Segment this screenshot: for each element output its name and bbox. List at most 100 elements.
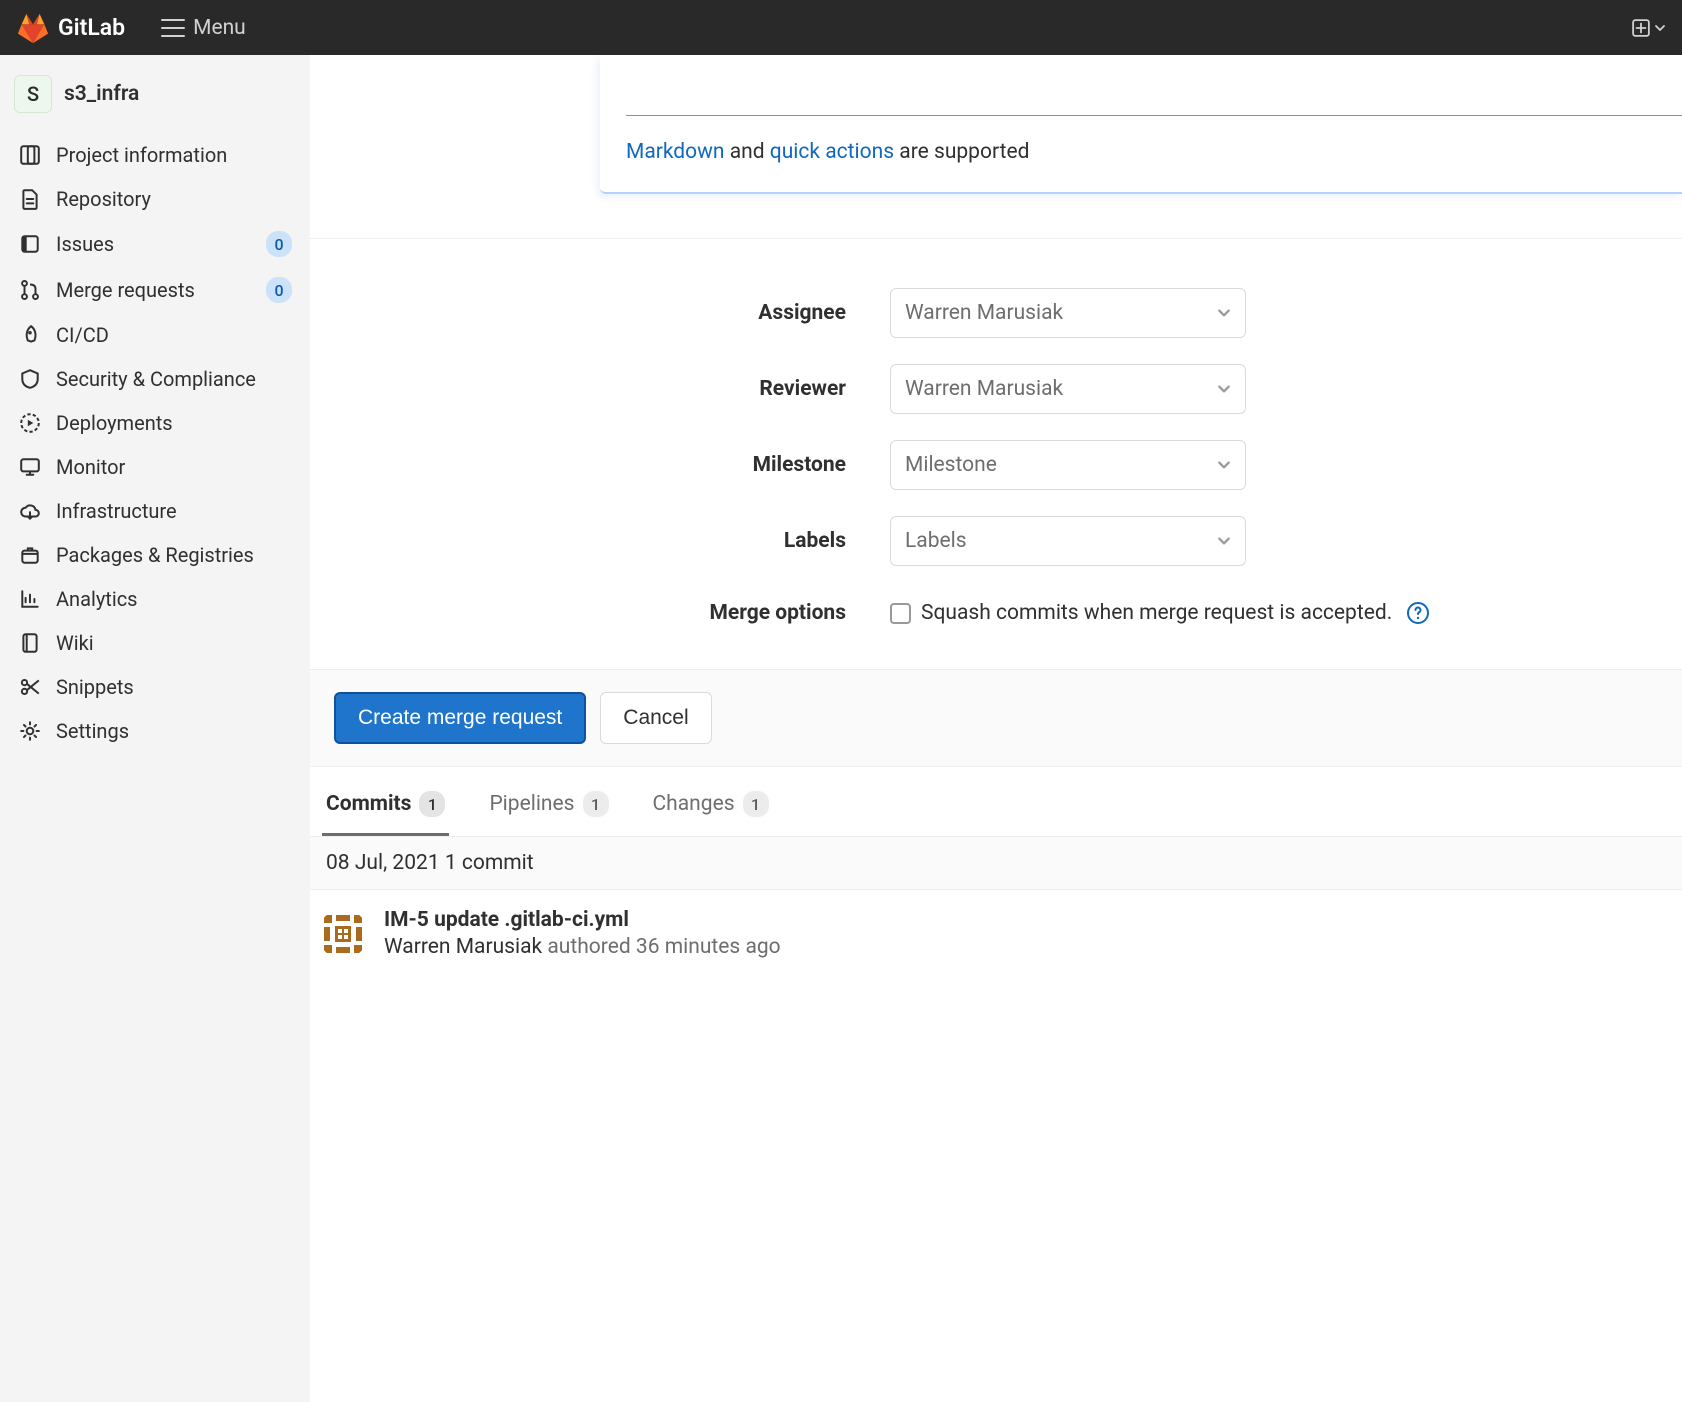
- gitlab-logo-icon: [16, 11, 50, 45]
- sidebar-item-label: Monitor: [56, 455, 292, 479]
- markdown-support-text: Markdown and quick actions are supported: [626, 140, 1682, 172]
- sidebar-nav: Project information Repository Issues 0 …: [0, 129, 310, 757]
- sidebar-item-merge-requests[interactable]: Merge requests 0: [8, 267, 302, 313]
- tabs: Commits 1 Pipelines 1 Changes 1: [310, 767, 1682, 837]
- commit-body: IM-5 update .gitlab-ci.yml Warren Marusi…: [384, 908, 781, 959]
- tab-count: 1: [583, 791, 609, 817]
- shield-icon: [18, 367, 42, 391]
- sidebar-item-label: Analytics: [56, 587, 292, 611]
- tab-label: Commits: [326, 792, 411, 816]
- reviewer-dropdown[interactable]: Warren Marusiak: [890, 364, 1246, 414]
- sidebar-item-label: Infrastructure: [56, 499, 292, 523]
- commit-title[interactable]: IM-5 update .gitlab-ci.yml: [384, 908, 781, 932]
- gear-icon: [18, 719, 42, 743]
- help-icon[interactable]: [1406, 601, 1430, 625]
- main: S s3_infra Project information Repositor…: [0, 55, 1682, 1402]
- sidebar-item-label: Repository: [56, 187, 292, 211]
- commit-row[interactable]: IM-5 update .gitlab-ci.yml Warren Marusi…: [310, 890, 1682, 977]
- tab-count: 1: [419, 791, 445, 817]
- chevron-down-icon: [1217, 458, 1231, 472]
- menu-button[interactable]: Menu: [161, 16, 246, 40]
- book-icon: [18, 631, 42, 655]
- commit-time: 36 minutes ago: [636, 935, 781, 959]
- sidebar-item-label: Merge requests: [56, 278, 252, 302]
- cancel-button[interactable]: Cancel: [600, 692, 711, 744]
- assignee-dropdown[interactable]: Warren Marusiak: [890, 288, 1246, 338]
- project-name: s3_infra: [64, 82, 139, 106]
- sidebar-item-snippets[interactable]: Snippets: [8, 665, 302, 709]
- sidebar-item-label: Issues: [56, 232, 252, 256]
- squash-text: Squash commits when merge request is acc…: [921, 601, 1392, 625]
- tab-count: 1: [743, 791, 769, 817]
- package-icon: [18, 543, 42, 567]
- sidebar-item-cicd[interactable]: CI/CD: [8, 313, 302, 357]
- markdown-link[interactable]: Markdown: [626, 140, 725, 164]
- milestone-placeholder: Milestone: [905, 453, 997, 477]
- topbar-right: [1632, 19, 1666, 37]
- assignee-label: Assignee: [600, 301, 890, 325]
- chevron-down-icon: [1217, 382, 1231, 396]
- issue-icon: [18, 232, 42, 256]
- commit-author-avatar: [318, 909, 368, 959]
- brand-text: GitLab: [58, 14, 125, 41]
- topbar-left: GitLab Menu: [16, 11, 246, 45]
- sidebar-item-security[interactable]: Security & Compliance: [8, 357, 302, 401]
- sidebar-item-wiki[interactable]: Wiki: [8, 621, 302, 665]
- rocket-icon: [18, 323, 42, 347]
- sidebar-item-settings[interactable]: Settings: [8, 709, 302, 753]
- tab-pipelines[interactable]: Pipelines 1: [485, 781, 612, 836]
- new-dropdown-button[interactable]: [1632, 19, 1666, 37]
- content: Markdown and quick actions are supported…: [310, 55, 1682, 1402]
- labels-label: Labels: [600, 529, 890, 553]
- merge-options-row: Merge options Squash commits when merge …: [310, 579, 1682, 631]
- squash-checkbox[interactable]: [890, 603, 911, 624]
- action-bar: Create merge request Cancel: [310, 669, 1682, 767]
- assignee-value: Warren Marusiak: [905, 301, 1063, 325]
- scissors-icon: [18, 675, 42, 699]
- sidebar-item-repository[interactable]: Repository: [8, 177, 302, 221]
- quick-actions-link[interactable]: quick actions: [770, 140, 894, 164]
- sidebar-item-analytics[interactable]: Analytics: [8, 577, 302, 621]
- hamburger-icon: [161, 19, 185, 37]
- sidebar-item-deployments[interactable]: Deployments: [8, 401, 302, 445]
- file-icon: [18, 187, 42, 211]
- sidebar-item-monitor[interactable]: Monitor: [8, 445, 302, 489]
- sidebar-item-packages[interactable]: Packages & Registries: [8, 533, 302, 577]
- labels-row: Labels Labels: [310, 503, 1682, 579]
- labels-placeholder: Labels: [905, 529, 967, 553]
- milestone-dropdown[interactable]: Milestone: [890, 440, 1246, 490]
- sidebar-item-issues[interactable]: Issues 0: [8, 221, 302, 267]
- commit-date-header: 08 Jul, 2021 1 commit: [310, 837, 1682, 890]
- mr-form: Assignee Warren Marusiak Reviewer Warren…: [310, 238, 1682, 631]
- sidebar-item-label: CI/CD: [56, 323, 292, 347]
- reviewer-row: Reviewer Warren Marusiak: [310, 351, 1682, 427]
- project-header[interactable]: S s3_infra: [0, 67, 310, 129]
- create-merge-request-button[interactable]: Create merge request: [334, 692, 586, 744]
- tab-label: Changes: [653, 792, 735, 816]
- tab-changes[interactable]: Changes 1: [649, 781, 773, 836]
- topbar: GitLab Menu: [0, 0, 1682, 55]
- reviewer-value: Warren Marusiak: [905, 377, 1063, 401]
- sidebar-item-project-information[interactable]: Project information: [8, 133, 302, 177]
- logo-wrap[interactable]: GitLab: [16, 11, 125, 45]
- sidebar-item-label: Wiki: [56, 631, 292, 655]
- sidebar: S s3_infra Project information Repositor…: [0, 55, 310, 1402]
- issues-count-badge: 0: [266, 231, 292, 257]
- milestone-label: Milestone: [600, 453, 890, 477]
- project-avatar: S: [14, 75, 52, 113]
- labels-dropdown[interactable]: Labels: [890, 516, 1246, 566]
- commit-author[interactable]: Warren Marusiak: [384, 935, 542, 959]
- chart-icon: [18, 587, 42, 611]
- plus-icon: [1632, 19, 1650, 37]
- sidebar-item-label: Security & Compliance: [56, 367, 292, 391]
- assignee-row: Assignee Warren Marusiak: [310, 275, 1682, 351]
- merge-options-body: Squash commits when merge request is acc…: [890, 601, 1430, 625]
- milestone-row: Milestone Milestone: [310, 427, 1682, 503]
- monitor-icon: [18, 455, 42, 479]
- sidebar-item-label: Settings: [56, 719, 292, 743]
- tab-commits[interactable]: Commits 1: [322, 781, 449, 836]
- mr-count-badge: 0: [266, 277, 292, 303]
- cloud-icon: [18, 499, 42, 523]
- chevron-down-icon: [1654, 22, 1666, 34]
- sidebar-item-infrastructure[interactable]: Infrastructure: [8, 489, 302, 533]
